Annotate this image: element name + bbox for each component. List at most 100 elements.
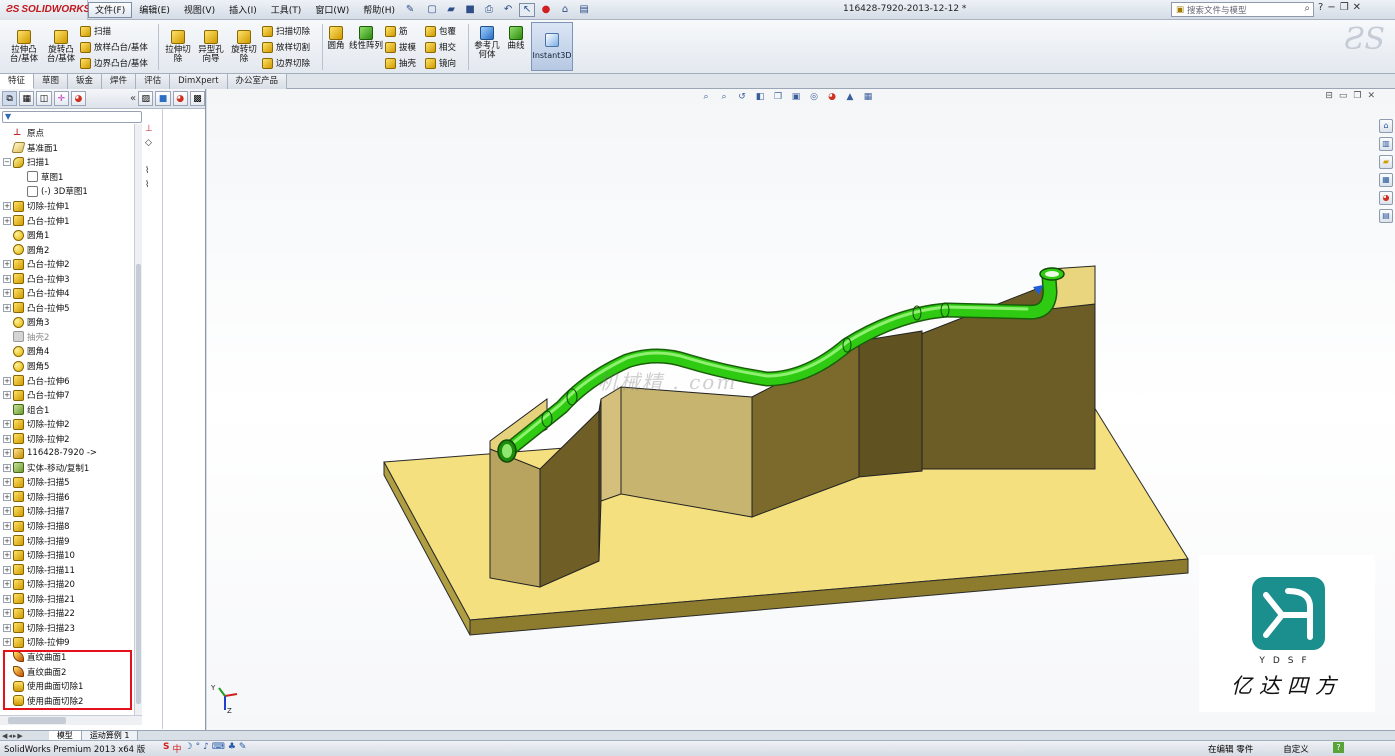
tree-item[interactable]: + 凸台-拉伸2	[0, 257, 140, 272]
rib-button[interactable]: 筋	[385, 24, 408, 38]
tree-item[interactable]: + 切除-扫描20	[0, 577, 140, 592]
fillet-button[interactable]: 圆角	[325, 26, 347, 51]
tab-sheet-metal[interactable]: 钣金	[68, 74, 103, 89]
file-explorer-icon[interactable]: ▰	[1379, 155, 1393, 169]
reference-geometry-button[interactable]: 参考几何体	[471, 26, 503, 60]
menu-file[interactable]: 文件(F)	[88, 1, 133, 18]
expand-toggle-icon[interactable]: +	[3, 434, 11, 443]
wrap-button[interactable]: 包覆	[425, 24, 456, 38]
plane-display-icon[interactable]: ◇	[145, 138, 157, 150]
extrude-cut-button[interactable]: 拉伸切除	[162, 30, 194, 64]
instant3d-button[interactable]: Instant3D	[531, 22, 573, 71]
tree-item[interactable]: + 凸台-拉伸1	[0, 213, 140, 228]
solidworks-logo[interactable]: ƧS SOLIDWORKS	[0, 0, 90, 20]
menu-tools[interactable]: 工具(T)	[264, 2, 309, 18]
revolve-boss-button[interactable]: 旋转凸台/基体	[44, 30, 78, 64]
search-input[interactable]: ▣ 搜索文件与模型 ⌕	[1171, 2, 1314, 17]
tree-item[interactable]: + 凸台-拉伸4	[0, 286, 140, 301]
expand-toggle-icon[interactable]: +	[3, 449, 11, 458]
help-icon[interactable]: ?	[1318, 2, 1323, 13]
configuration-manager-tab-icon[interactable]: ◫	[36, 91, 52, 106]
tree-item[interactable]: + 切除-扫描23	[0, 621, 140, 636]
first-tab-arrow-icon[interactable]: ◀	[2, 732, 7, 740]
tree-item[interactable]: + 切除-拉伸9	[0, 635, 140, 650]
tree-item[interactable]: + 切除-扫描11	[0, 562, 140, 577]
tab-motion-study-1[interactable]: 运动算例 1	[81, 730, 139, 741]
mirror-button[interactable]: 镜向	[425, 56, 456, 70]
tree-item[interactable]: + 凸台-拉伸3	[0, 271, 140, 286]
expand-toggle-icon[interactable]: +	[3, 594, 11, 603]
view-palette-icon[interactable]: ▦	[1379, 173, 1393, 187]
expand-toggle-icon[interactable]: +	[3, 289, 11, 298]
tree-item[interactable]: 圆角4	[0, 344, 140, 359]
property-manager-tab-icon[interactable]: ▦	[19, 91, 35, 106]
expand-toggle-icon[interactable]: +	[3, 609, 11, 618]
ime-settings-icon[interactable]: ✎	[239, 742, 247, 755]
tree-item[interactable]: + 切除-扫描5	[0, 475, 140, 490]
rebuild-traffic-light-icon[interactable]: ●	[538, 3, 554, 17]
hole-wizard-button[interactable]: 异型孔向导	[195, 30, 227, 64]
tree-horizontal-scrollbar[interactable]	[0, 715, 142, 725]
intersect-button[interactable]: 相交	[425, 40, 456, 54]
expand-toggle-icon[interactable]: +	[3, 391, 11, 400]
expand-toggle-icon[interactable]: +	[3, 202, 11, 210]
tree-item[interactable]: 草图1	[0, 170, 140, 185]
ime-moon-icon[interactable]: ☽	[185, 742, 193, 755]
ime-skin-icon[interactable]: ♣	[228, 742, 236, 755]
tree-item[interactable]: (-) 3D草图1	[0, 184, 140, 199]
menu-help[interactable]: 帮助(H)	[356, 2, 402, 18]
dimxpert-manager-tab-icon[interactable]: ✛	[53, 91, 69, 106]
scene-icon[interactable]: ▩	[189, 91, 205, 106]
pin-icon[interactable]: ✎	[402, 3, 418, 17]
expand-toggle-icon[interactable]: +	[3, 463, 11, 472]
expand-toggle-icon[interactable]: +	[3, 623, 11, 632]
tree-hscroll-thumb[interactable]	[8, 717, 66, 724]
feature-tree-tab-icon[interactable]: ⧉	[2, 91, 18, 106]
minimize-icon[interactable]: −	[1327, 2, 1335, 13]
expand-toggle-icon[interactable]: +	[3, 507, 11, 516]
open-folder-icon[interactable]: ▰	[443, 3, 459, 17]
origin-display-icon[interactable]: ⊥	[145, 124, 157, 136]
split-tree-icon[interactable]: ▨	[138, 91, 154, 106]
boundary-boss-button[interactable]: 边界凸台/基体	[80, 56, 148, 70]
tree-item[interactable]: + 实体-移动/复制1	[0, 461, 140, 476]
expand-toggle-icon[interactable]: +	[3, 522, 11, 531]
tree-item[interactable]: ⊥ 原点	[0, 126, 140, 141]
tree-item[interactable]: + 切除-扫描22	[0, 606, 140, 621]
expand-toggle-icon[interactable]: +	[3, 274, 11, 283]
ime-chinese-mode[interactable]: 中	[172, 742, 181, 755]
sketch-display-icon[interactable]: ⌇	[145, 166, 157, 178]
tree-item[interactable]: + 切除-拉伸1	[0, 199, 140, 214]
tree-item[interactable]: + 凸台-拉伸6	[0, 373, 140, 388]
tree-item[interactable]: + 凸台-拉伸5	[0, 301, 140, 316]
appearance-icon[interactable]: ◕	[172, 91, 188, 106]
tree-item[interactable]: 抽壳2	[0, 330, 140, 345]
new-document-icon[interactable]: ▢	[424, 3, 440, 17]
menu-insert[interactable]: 插入(I)	[222, 2, 264, 18]
tree-item[interactable]: 基准面1	[0, 141, 140, 156]
ime-keyboard-icon[interactable]: ⌨	[212, 742, 225, 755]
expand-toggle-icon[interactable]: +	[3, 536, 11, 545]
linear-pattern-button[interactable]: 线性阵列	[349, 26, 383, 51]
tree-item[interactable]: 圆角2	[0, 242, 140, 257]
tree-item[interactable]: + 切除-扫描6	[0, 490, 140, 505]
expand-toggle-icon[interactable]: +	[3, 580, 11, 589]
expand-toggle-icon[interactable]: +	[3, 260, 11, 269]
collapse-chevron-icon[interactable]: «	[130, 93, 136, 104]
select-pointer-icon[interactable]: ↖	[519, 2, 536, 17]
menu-view[interactable]: 视图(V)	[177, 2, 222, 18]
tree-item[interactable]: 圆角5	[0, 359, 140, 374]
ime-voice-icon[interactable]: ♪	[203, 742, 209, 755]
search-icon[interactable]: ⌕	[1304, 3, 1310, 14]
menu-window[interactable]: 窗口(W)	[308, 2, 356, 18]
tree-item[interactable]: + 切除-扫描8	[0, 519, 140, 534]
print-icon[interactable]: ⎙	[481, 3, 497, 17]
tab-model[interactable]: 模型	[48, 730, 82, 741]
boundary-cut-button[interactable]: 边界切除	[262, 56, 310, 70]
revolve-cut-button[interactable]: 旋转切除	[228, 30, 260, 64]
loft-boss-button[interactable]: 放样凸台/基体	[80, 40, 148, 54]
tree-scroll-thumb[interactable]	[136, 264, 141, 704]
draft-button[interactable]: 拔模	[385, 40, 416, 54]
tab-sketch[interactable]: 草图	[34, 74, 69, 89]
next-tab-arrow-icon[interactable]: ▸	[13, 732, 17, 740]
